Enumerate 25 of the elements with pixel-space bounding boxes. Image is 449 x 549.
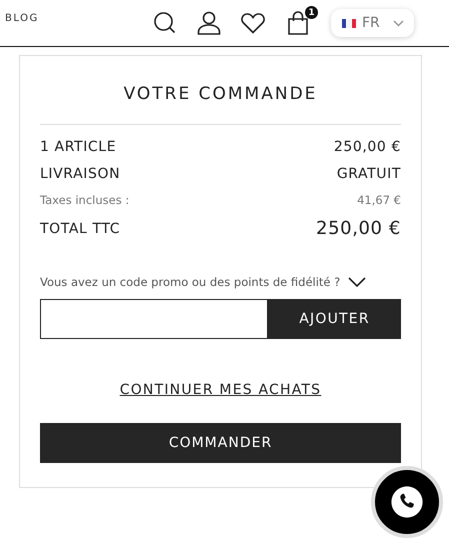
chevron-down-icon[interactable] xyxy=(348,277,366,287)
add-button[interactable]: AJOUTER xyxy=(268,299,401,339)
heart-icon[interactable] xyxy=(241,12,265,34)
user-icon[interactable] xyxy=(197,11,221,35)
flag-icon xyxy=(341,18,357,28)
summary-value: 41,67 € xyxy=(357,193,401,207)
language-selector[interactable]: FR xyxy=(331,9,414,37)
cart-count-badge: 1 xyxy=(305,6,318,19)
shopping-bag-icon[interactable] xyxy=(287,11,309,35)
continue-shopping-link[interactable]: CONTINUER MES ACHATS xyxy=(120,382,322,398)
promo-toggle-link[interactable]: Vous avez un code promo ou des points de fidélité ? xyxy=(40,275,340,289)
search-icon[interactable] xyxy=(153,11,177,35)
chevron-down-icon xyxy=(392,20,404,26)
summary-label: Taxes incluses : xyxy=(40,193,130,207)
order-button[interactable]: COMMANDER xyxy=(40,423,401,463)
summary-label: LIVRAISON xyxy=(40,166,120,182)
summary-value: GRATUIT xyxy=(336,166,401,182)
section-title: VOTRE COMMANDE xyxy=(122,84,318,104)
phone-icon xyxy=(390,485,424,519)
nav-link[interactable]: BLOG xyxy=(5,12,145,24)
summary-label: 1 ARTICLE xyxy=(40,139,116,155)
summary-value: 250,00 € xyxy=(334,139,401,155)
promo-code-field[interactable] xyxy=(40,299,268,339)
summary-label: TOTAL TTC xyxy=(40,220,120,236)
summary-value: 250,00 € xyxy=(316,218,401,239)
